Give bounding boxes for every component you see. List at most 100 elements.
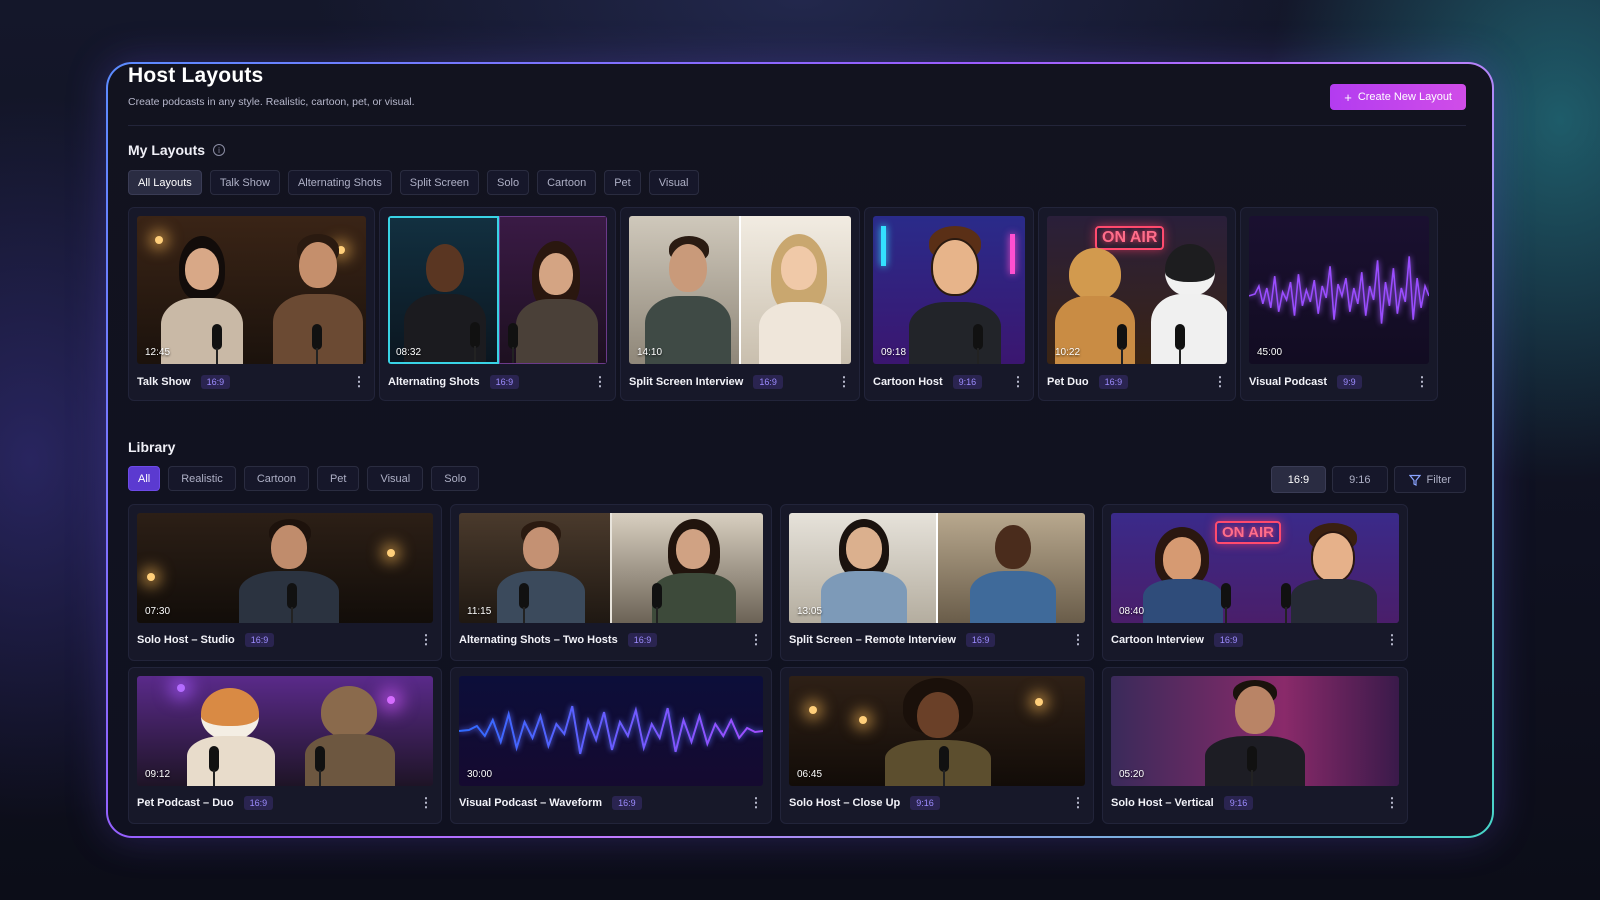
duration-label: 45:00 bbox=[1257, 347, 1283, 358]
layout-card[interactable]: 45:00 Visual Podcast 9:9 ⋮ bbox=[1240, 207, 1438, 401]
more-options-icon[interactable]: ⋮ bbox=[419, 632, 433, 648]
layout-card-meta: Alternating Shots 16:9 ⋮ bbox=[388, 364, 607, 400]
page-header: Host Layouts Create podcasts in any styl… bbox=[128, 64, 1466, 126]
more-options-icon[interactable]: ⋮ bbox=[1213, 374, 1227, 390]
library-thumbnail: 11:15 bbox=[459, 513, 763, 623]
more-options-icon[interactable]: ⋮ bbox=[1071, 795, 1085, 811]
more-options-icon[interactable]: ⋮ bbox=[419, 795, 433, 811]
layout-card[interactable]: 12:45 Talk Show 16:9 ⋮ bbox=[128, 207, 375, 401]
layout-name: Alternating Shots – Two Hosts bbox=[459, 634, 618, 646]
library-heading: Library bbox=[128, 439, 175, 455]
more-options-icon[interactable]: ⋮ bbox=[1385, 795, 1399, 811]
more-options-icon[interactable]: ⋮ bbox=[749, 632, 763, 648]
library-filter-all[interactable]: All bbox=[128, 466, 161, 491]
library-title: Library bbox=[128, 439, 176, 455]
layout-card-meta: Talk Show 16:9 ⋮ bbox=[137, 364, 366, 400]
layout-card[interactable]: 14:10 Split Screen Interview 16:9 ⋮ bbox=[620, 207, 860, 401]
duration-label: 14:10 bbox=[637, 347, 663, 358]
duration-label: 10:22 bbox=[1055, 347, 1081, 358]
layout-thumbnail: 12:45 bbox=[137, 216, 366, 364]
aspect-ratio-badge: 16:9 bbox=[1213, 633, 1244, 647]
duration-label: 07:30 bbox=[145, 606, 171, 617]
my-layouts-filter-bar: All Layouts Talk Show Alternating Shots … bbox=[128, 170, 699, 195]
layout-name: Cartoon Interview bbox=[1111, 634, 1204, 646]
aspect-ratio-badge: 9:16 bbox=[1223, 796, 1254, 810]
duration-label: 13:05 bbox=[797, 606, 823, 617]
filter-icon bbox=[1408, 474, 1421, 486]
layout-name: Talk Show bbox=[137, 376, 191, 388]
more-options-icon[interactable]: ⋮ bbox=[593, 374, 607, 390]
filter-chip-solo[interactable]: Solo bbox=[487, 170, 530, 195]
duration-label: 09:12 bbox=[145, 769, 171, 780]
layout-name: Split Screen Interview bbox=[629, 376, 744, 388]
more-options-icon[interactable]: ⋮ bbox=[837, 374, 851, 390]
library-filter-cartoon[interactable]: Cartoon bbox=[243, 466, 309, 491]
aspect-toggle-16-9[interactable]: 16:9 bbox=[1270, 466, 1327, 493]
host-layouts-panel: Host Layouts Create podcasts in any styl… bbox=[108, 64, 1492, 836]
filter-chip-talk-show[interactable]: Talk Show bbox=[209, 170, 280, 195]
library-filter-solo[interactable]: Solo bbox=[431, 466, 480, 491]
duration-label: 12:45 bbox=[145, 347, 171, 358]
library-filter-pet[interactable]: Pet bbox=[316, 466, 360, 491]
more-options-icon[interactable]: ⋮ bbox=[1385, 632, 1399, 648]
library-card[interactable]: 30:00 Visual Podcast – Waveform 16:9 ⋮ bbox=[450, 667, 772, 824]
layout-card[interactable]: 09:18 Cartoon Host 9:16 ⋮ bbox=[864, 207, 1034, 401]
aspect-ratio-badge: 16:9 bbox=[753, 375, 783, 389]
filter-chip-alternating-shots[interactable]: Alternating Shots bbox=[287, 170, 392, 195]
aspect-ratio-badge: 16:9 bbox=[612, 796, 642, 810]
library-card-meta: Split Screen – Remote Interview 16:9 ⋮ bbox=[789, 623, 1085, 657]
create-new-layout-button[interactable]: + Create New Layout bbox=[1330, 84, 1466, 110]
layout-thumbnail: ON AIR 10:22 bbox=[1047, 216, 1227, 364]
filter-chip-all-layouts[interactable]: All Layouts bbox=[128, 170, 202, 195]
layout-name: Solo Host – Studio bbox=[137, 634, 235, 646]
library-filter-visual[interactable]: Visual bbox=[367, 466, 424, 491]
filter-chip-pet[interactable]: Pet bbox=[604, 170, 641, 195]
filter-chip-split-screen[interactable]: Split Screen bbox=[399, 170, 480, 195]
layout-thumbnail: 14:10 bbox=[629, 216, 851, 364]
filter-label: Filter bbox=[1426, 473, 1451, 486]
aspect-ratio-badge: 16:9 bbox=[244, 633, 275, 647]
more-options-icon[interactable]: ⋮ bbox=[1071, 632, 1085, 648]
library-card[interactable]: 05:20 Solo Host – Vertical 9:16 ⋮ bbox=[1102, 667, 1408, 824]
layout-name: Split Screen – Remote Interview bbox=[789, 634, 956, 646]
aspect-toggle-9-16[interactable]: 9:16 bbox=[1332, 466, 1388, 493]
my-layouts-grid: 12:45 Talk Show 16:9 ⋮ 08:32 Alternating… bbox=[128, 207, 1438, 401]
library-card-meta: Pet Podcast – Duo 16:9 ⋮ bbox=[137, 786, 433, 820]
more-options-icon[interactable]: ⋮ bbox=[1011, 374, 1025, 390]
info-icon[interactable]: i bbox=[213, 144, 226, 156]
aspect-ratio-badge: 16:9 bbox=[489, 375, 520, 389]
layout-card[interactable]: 08:32 Alternating Shots 16:9 ⋮ bbox=[379, 207, 616, 401]
layout-thumbnail: 08:32 bbox=[388, 216, 607, 364]
library-card[interactable]: 09:12 Pet Podcast – Duo 16:9 ⋮ bbox=[128, 667, 442, 824]
filter-chip-visual[interactable]: Visual bbox=[648, 170, 699, 195]
library-card-meta: Solo Host – Studio 16:9 ⋮ bbox=[137, 623, 433, 657]
layout-name: Solo Host – Vertical bbox=[1111, 797, 1214, 809]
waveform-graphic bbox=[459, 705, 763, 755]
filter-chip-cartoon[interactable]: Cartoon bbox=[537, 170, 597, 195]
more-options-icon[interactable]: ⋮ bbox=[1415, 374, 1429, 390]
library-card[interactable]: 13:05 Split Screen – Remote Interview 16… bbox=[780, 504, 1094, 661]
layout-card-meta: Visual Podcast 9:9 ⋮ bbox=[1249, 364, 1429, 400]
layout-name: Alternating Shots bbox=[388, 376, 480, 388]
library-grid: 07:30 Solo Host – Studio 16:9 ⋮ 11:15 Al… bbox=[128, 504, 1408, 824]
plus-icon: + bbox=[1344, 89, 1352, 105]
layout-thumbnail: 45:00 bbox=[1249, 216, 1429, 364]
library-thumbnail: 07:30 bbox=[137, 513, 433, 623]
layout-card[interactable]: ON AIR 10:22 Pet Duo 16:9 ⋮ bbox=[1038, 207, 1236, 401]
duration-label: 30:00 bbox=[467, 769, 493, 780]
library-card-meta: Solo Host – Close Up 9:16 ⋮ bbox=[789, 786, 1085, 820]
layout-name: Visual Podcast – Waveform bbox=[459, 797, 603, 809]
layout-card-meta: Pet Duo 16:9 ⋮ bbox=[1047, 364, 1227, 400]
aspect-ratio-badge: 16:9 bbox=[243, 796, 274, 810]
filter-button[interactable]: Filter bbox=[1393, 466, 1466, 493]
library-card[interactable]: ON AIR 08:40 Cartoon Interview 16:9 ⋮ bbox=[1102, 504, 1408, 661]
more-options-icon[interactable]: ⋮ bbox=[352, 374, 366, 390]
library-filter-realistic[interactable]: Realistic bbox=[168, 466, 236, 491]
aspect-ratio-badge: 16:9 bbox=[627, 633, 658, 647]
library-card[interactable]: 11:15 Alternating Shots – Two Hosts 16:9… bbox=[450, 504, 772, 661]
more-options-icon[interactable]: ⋮ bbox=[749, 795, 763, 811]
page-subtitle: Create podcasts in any style. Realistic,… bbox=[128, 96, 415, 108]
library-card[interactable]: 06:45 Solo Host – Close Up 9:16 ⋮ bbox=[780, 667, 1094, 824]
aspect-ratio-badge: 16:9 bbox=[965, 633, 996, 647]
library-card[interactable]: 07:30 Solo Host – Studio 16:9 ⋮ bbox=[128, 504, 442, 661]
